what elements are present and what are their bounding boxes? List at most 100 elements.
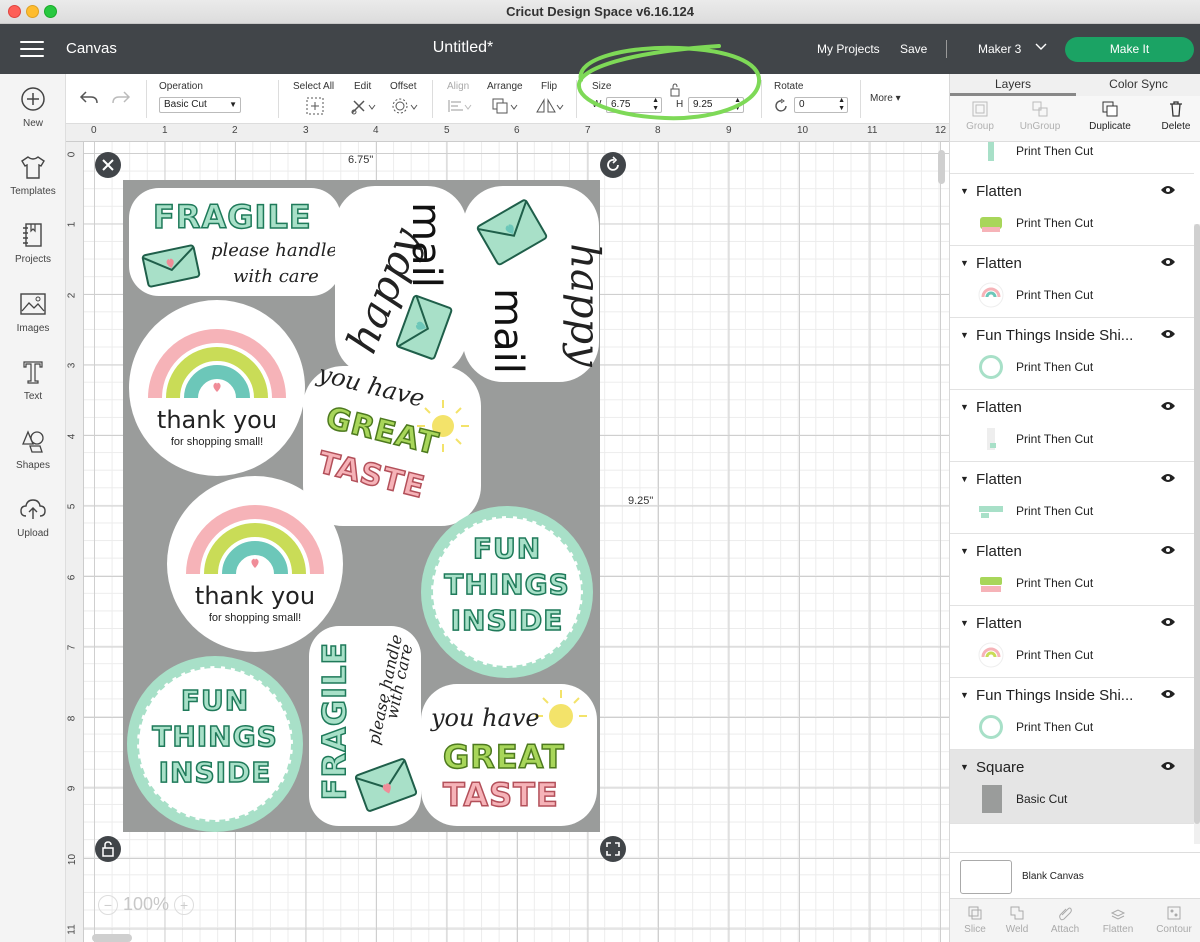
eye-icon[interactable]: [1160, 184, 1176, 196]
zoom-out-button[interactable]: −: [98, 895, 118, 916]
sticker-happy-mail-2[interactable]: mail happy: [463, 186, 608, 382]
collapse-triangle-icon[interactable]: ▼: [960, 762, 969, 772]
layer-group[interactable]: ▼ Flatten Print Then Cut: [950, 606, 1194, 678]
layer-group[interactable]: ▼ Flatten Print Then Cut: [950, 390, 1194, 462]
ungroup-button[interactable]: UnGroup: [1010, 100, 1070, 132]
machine-selector[interactable]: Maker 3: [978, 42, 1021, 56]
design-mat[interactable]: FRAGILE please handle with care happy ma…: [123, 180, 608, 832]
images-label: Images: [16, 323, 50, 334]
envelope-heart-icon: [141, 244, 201, 288]
group-button[interactable]: Group: [950, 100, 1010, 132]
sticker-thank-you-2[interactable]: thank you for shopping small!: [167, 476, 343, 652]
my-projects-link[interactable]: My Projects: [817, 42, 880, 56]
width-input[interactable]: 6.75 ▲ ▼: [606, 97, 662, 113]
sticker-fun-things-2[interactable]: FUN THINGS INSIDE: [127, 656, 303, 832]
new-tool[interactable]: New: [0, 84, 66, 129]
lock-handle[interactable]: [95, 836, 121, 862]
collapse-triangle-icon[interactable]: ▼: [960, 258, 969, 268]
sticker-great-taste-2[interactable]: you have GREAT TASTE: [421, 684, 597, 826]
fun-things-line2: THINGS: [443, 567, 570, 602]
collapse-triangle-icon[interactable]: ▼: [960, 690, 969, 700]
make-it-button[interactable]: Make It: [1065, 37, 1194, 62]
arrange-icon[interactable]: [491, 97, 519, 115]
operation-select[interactable]: Basic Cut ▼: [159, 97, 241, 113]
collapse-triangle-icon[interactable]: ▼: [960, 402, 969, 412]
lock-icon[interactable]: [669, 83, 681, 97]
blank-canvas-label: Blank Canvas: [1022, 871, 1084, 882]
undo-icon[interactable]: [78, 88, 100, 108]
delete-button[interactable]: Delete: [1146, 100, 1200, 132]
rotate-value: 0: [799, 99, 805, 110]
sticker-thank-you-1[interactable]: thank you for shopping small!: [129, 300, 305, 476]
align-icon[interactable]: [446, 97, 472, 115]
more-button[interactable]: More ▾: [870, 93, 901, 104]
layer-group[interactable]: ▼ Fun Things Inside Shi... Print Then Cu…: [950, 678, 1194, 750]
templates-tool[interactable]: Templates: [0, 152, 66, 197]
attach-button[interactable]: Attach: [1040, 905, 1090, 935]
layer-thumbnail: [982, 785, 1002, 813]
collapse-triangle-icon[interactable]: ▼: [960, 546, 969, 556]
document-title[interactable]: Untitled*: [0, 39, 926, 57]
layer-group[interactable]: ▼ Flatten Print Then Cut: [950, 174, 1194, 246]
eye-icon[interactable]: [1160, 616, 1176, 628]
blank-canvas-row[interactable]: Blank Canvas: [950, 852, 1200, 898]
delete-selection-handle[interactable]: [95, 152, 121, 178]
contour-button[interactable]: Contour: [1149, 905, 1199, 935]
select-all-icon[interactable]: [306, 97, 324, 115]
layer-group[interactable]: Print Then Cut: [950, 142, 1194, 174]
blank-canvas-swatch[interactable]: [960, 860, 1012, 894]
sticker-happy-mail-1[interactable]: happy mail: [335, 186, 467, 376]
flatten-button[interactable]: Flatten: [1093, 905, 1143, 935]
rotate-input[interactable]: 0 ▲ ▼: [794, 97, 848, 113]
layer-group-selected[interactable]: ▼ Square Basic Cut: [950, 750, 1194, 824]
horizontal-scrollbar[interactable]: [92, 934, 132, 942]
layer-group[interactable]: ▼ Fun Things Inside Shi... Print Then Cu…: [950, 318, 1194, 390]
resize-handle[interactable]: [600, 836, 626, 862]
edit-tools-icon[interactable]: [350, 97, 376, 115]
text-tool[interactable]: Text: [0, 357, 66, 402]
stepper-icon[interactable]: ▲ ▼: [652, 97, 659, 113]
rotate-handle[interactable]: [600, 152, 626, 178]
collapse-triangle-icon[interactable]: ▼: [960, 186, 969, 196]
sticker-great-taste-1[interactable]: you have GREAT TASTE: [303, 359, 481, 526]
envelope-heart-icon: [355, 758, 417, 812]
collapse-triangle-icon[interactable]: ▼: [960, 474, 969, 484]
eye-icon[interactable]: [1160, 256, 1176, 268]
sticker-fun-things-1[interactable]: FUN THINGS INSIDE: [421, 506, 593, 678]
projects-tool[interactable]: Projects: [0, 220, 66, 265]
layer-group[interactable]: ▼ Flatten Print Then Cut: [950, 534, 1194, 606]
size-label: Size: [592, 81, 612, 92]
images-tool[interactable]: Images: [0, 289, 66, 334]
offset-icon[interactable]: [392, 97, 418, 115]
stepper-icon[interactable]: ▲ ▼: [838, 97, 845, 113]
sticker-fragile-1[interactable]: FRAGILE please handle with care: [129, 188, 341, 296]
eye-icon[interactable]: [1160, 688, 1176, 700]
layer-group[interactable]: ▼ Flatten Print Then Cut: [950, 462, 1194, 534]
duplicate-button[interactable]: Duplicate: [1080, 100, 1140, 132]
tab-color-sync[interactable]: Color Sync: [1076, 77, 1200, 91]
panel-scrollbar[interactable]: [1194, 224, 1200, 844]
collapse-triangle-icon[interactable]: ▼: [960, 618, 969, 628]
stepper-icon[interactable]: ▲ ▼: [734, 97, 741, 113]
chevron-down-icon[interactable]: [1034, 39, 1048, 56]
redo-icon[interactable]: [110, 88, 132, 108]
shapes-tool[interactable]: Shapes: [0, 426, 66, 471]
eye-icon[interactable]: [1160, 472, 1176, 484]
save-link[interactable]: Save: [900, 42, 927, 56]
tab-layers[interactable]: Layers: [950, 77, 1076, 91]
weld-button[interactable]: Weld: [992, 905, 1042, 935]
sticker-fragile-2[interactable]: FRAGILE please handle with care: [309, 626, 421, 826]
height-input[interactable]: 9.25 ▲ ▼: [688, 97, 744, 113]
layers-list: Print Then Cut ▼ Flatten Print Then Cut …: [950, 142, 1194, 852]
eye-icon[interactable]: [1160, 328, 1176, 340]
vertical-scrollbar[interactable]: [938, 150, 945, 184]
eye-icon[interactable]: [1160, 544, 1176, 556]
upload-tool[interactable]: Upload: [0, 494, 66, 539]
zoom-in-button[interactable]: +: [174, 895, 195, 916]
layer-group[interactable]: ▼ Flatten Print Then Cut: [950, 246, 1194, 318]
eye-icon[interactable]: [1160, 760, 1176, 772]
collapse-triangle-icon[interactable]: ▼: [960, 330, 969, 340]
flip-icon[interactable]: [535, 97, 565, 115]
fun-things-2-line2: THINGS: [151, 719, 278, 754]
eye-icon[interactable]: [1160, 400, 1176, 412]
